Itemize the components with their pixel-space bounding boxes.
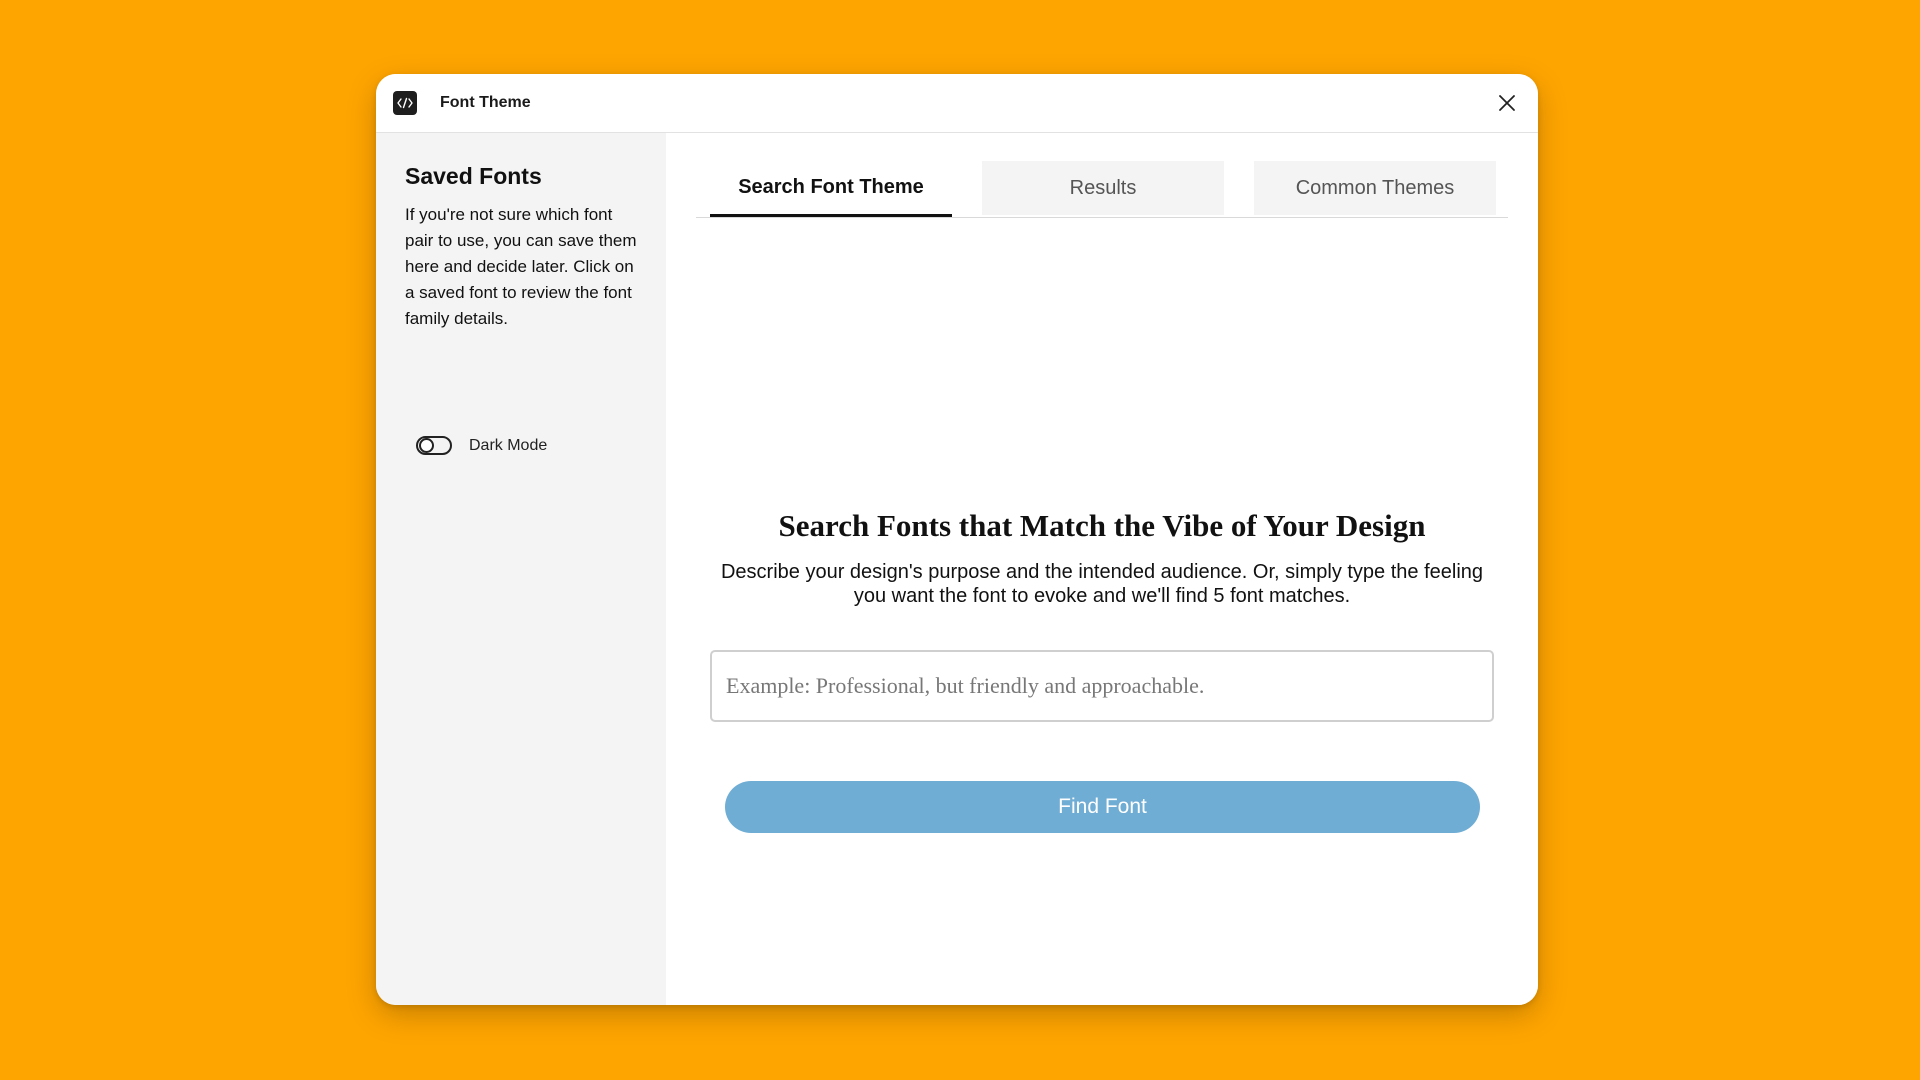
search-description: Describe your design's purpose and the i… xyxy=(720,561,1484,607)
sidebar-description: If you're not sure which font pair to us… xyxy=(405,205,637,328)
find-font-button[interactable]: Find Font xyxy=(725,781,1480,833)
toggle-knob xyxy=(419,438,434,453)
title-bar: Font Theme xyxy=(376,74,1538,133)
dark-mode-label: Dark Mode xyxy=(469,436,548,454)
code-icon xyxy=(393,91,417,115)
toggle-switch[interactable] xyxy=(416,436,452,455)
close-button[interactable] xyxy=(1492,88,1522,118)
search-heading: Search Fonts that Match the Vibe of Your… xyxy=(778,508,1426,543)
sidebar-title: Saved Fonts xyxy=(405,163,542,189)
tab-search-font-theme[interactable]: Search Font Theme xyxy=(710,161,952,217)
vibe-search-input[interactable] xyxy=(710,650,1494,722)
window-title: Font Theme xyxy=(440,94,531,111)
main-panel: Search Font Theme Results Common Themes … xyxy=(666,133,1538,1005)
saved-fonts-sidebar: Saved Fonts If you're not sure which fon… xyxy=(376,133,666,1005)
tab-bar: Search Font Theme Results Common Themes xyxy=(696,161,1508,218)
font-theme-window: Font Theme Saved Fonts If you're not sur… xyxy=(376,74,1538,1005)
close-icon xyxy=(1499,95,1515,111)
tab-results[interactable]: Results xyxy=(982,161,1224,215)
tab-common-themes[interactable]: Common Themes xyxy=(1254,161,1496,215)
dark-mode-toggle[interactable]: Dark Mode xyxy=(416,436,547,455)
